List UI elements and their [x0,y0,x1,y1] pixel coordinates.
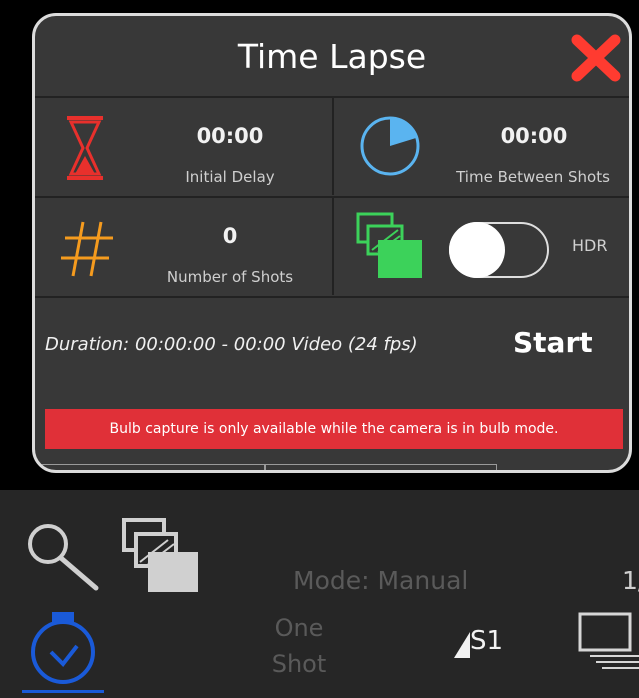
hdr-frames-icon [356,212,422,278]
bars-icon [454,632,470,658]
hdr-label: HDR [572,236,608,255]
time-between-shots-cell[interactable]: 00:00 Time Between Shots [332,96,629,195]
hdr-toggle[interactable] [449,222,549,278]
initial-delay-label: Initial Delay [185,168,275,186]
close-icon[interactable] [569,32,623,84]
drive-mode-line1: One [274,614,324,642]
start-button[interactable]: Start [513,326,593,359]
time-lapse-dialog: Time Lapse 00:00 Initial Delay 00:00 Tim… [32,13,632,473]
dialog-title: Time Lapse [237,36,427,76]
number-of-shots-value: 0 [222,224,238,248]
pie-timer-icon [360,116,420,176]
hourglass-icon [67,116,103,180]
time-between-shots-value: 00:00 [500,124,568,148]
duration-row: Duration: 00:00:00 - 00:00 Video (24 fps… [35,296,629,392]
shutter-value-partial: 1/ [622,566,639,595]
tab-edge-right [265,464,497,470]
hdr-cell: HDR [332,196,629,295]
number-of-shots-label: Number of Shots [166,268,294,286]
stopwatch-icon[interactable] [24,610,104,686]
initial-delay-cell[interactable]: 00:00 Initial Delay [35,96,332,195]
mode-text: Mode: Manual [293,566,469,595]
hdr-toggle-knob [449,222,505,278]
number-of-shots-cell[interactable]: 0 Number of Shots [35,196,332,295]
slot-label: S1 [470,626,504,656]
monitor-icon[interactable] [576,610,639,670]
active-tab-indicator [22,690,104,693]
search-icon[interactable] [24,520,102,592]
tab-edge-left [35,464,265,470]
hash-icon [61,221,113,277]
frames-icon[interactable] [120,518,200,594]
drive-mode-line2: Shot [271,650,327,678]
initial-delay-value: 00:00 [196,124,264,148]
error-banner: Bulb capture is only available while the… [45,409,623,449]
time-between-shots-label: Time Between Shots [456,168,610,186]
duration-text: Duration: 00:00:00 - 00:00 Video (24 fps… [45,334,418,355]
drive-mode[interactable]: One Shot [267,610,331,682]
